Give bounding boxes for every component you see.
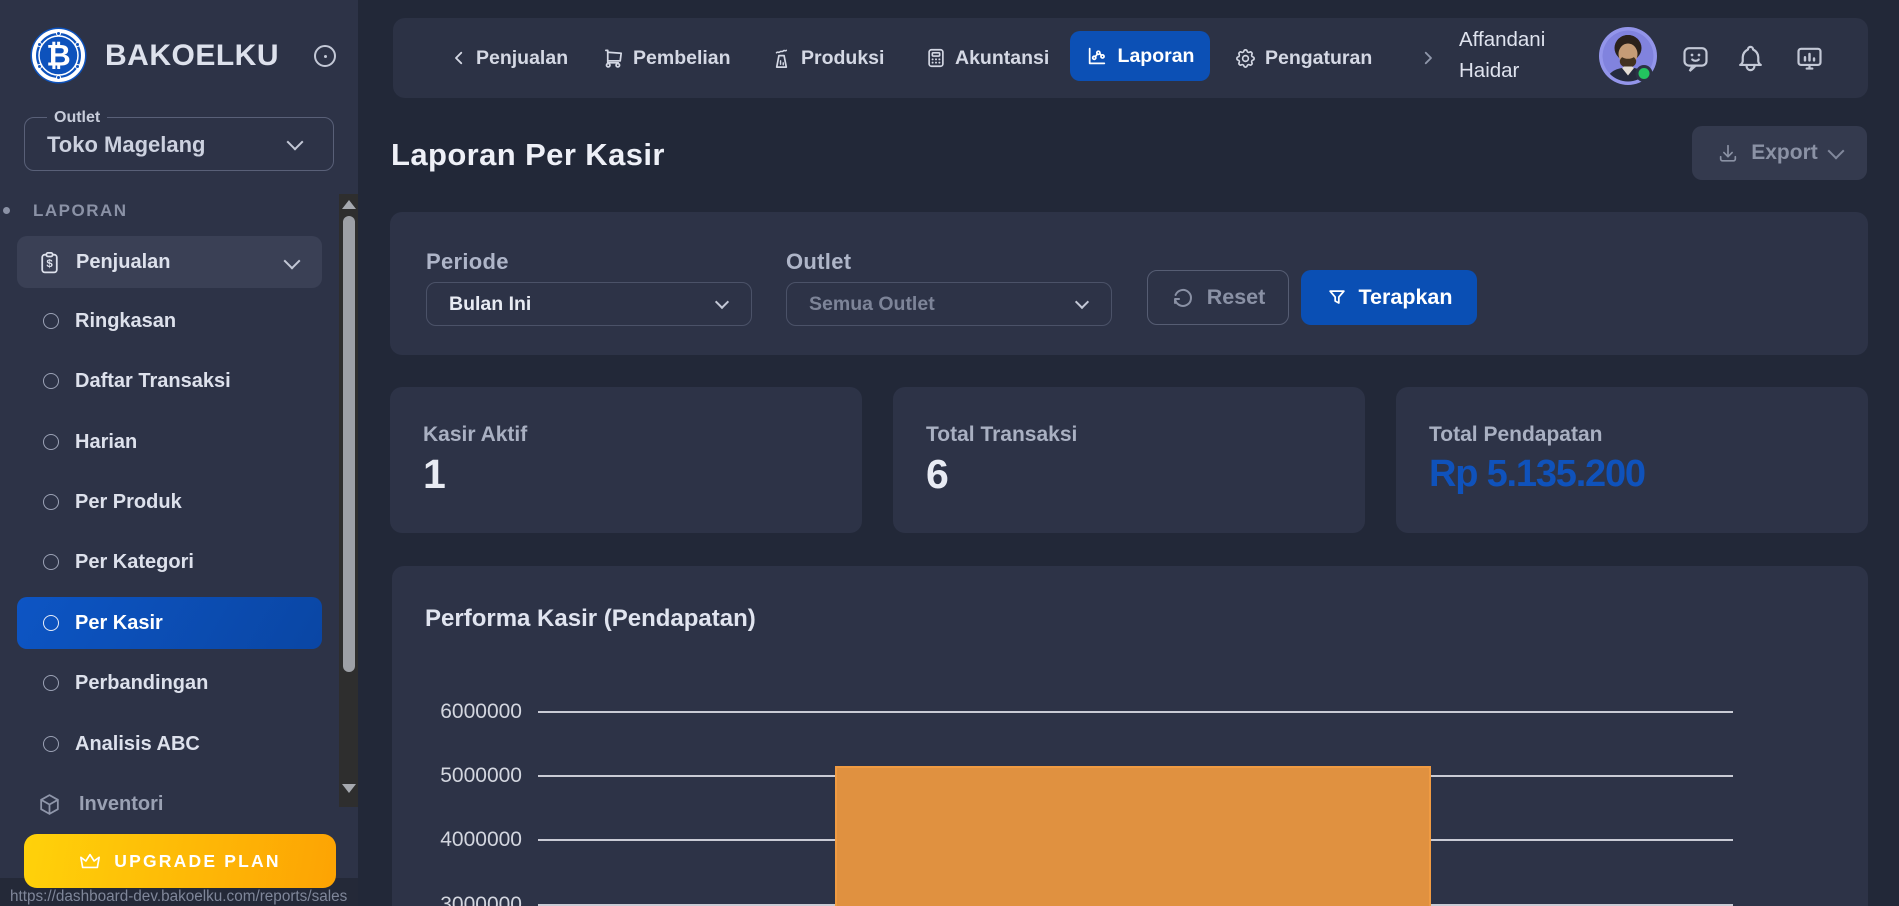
svg-text:$: $ [46,258,53,270]
svg-text:₿: ₿ [46,40,70,73]
